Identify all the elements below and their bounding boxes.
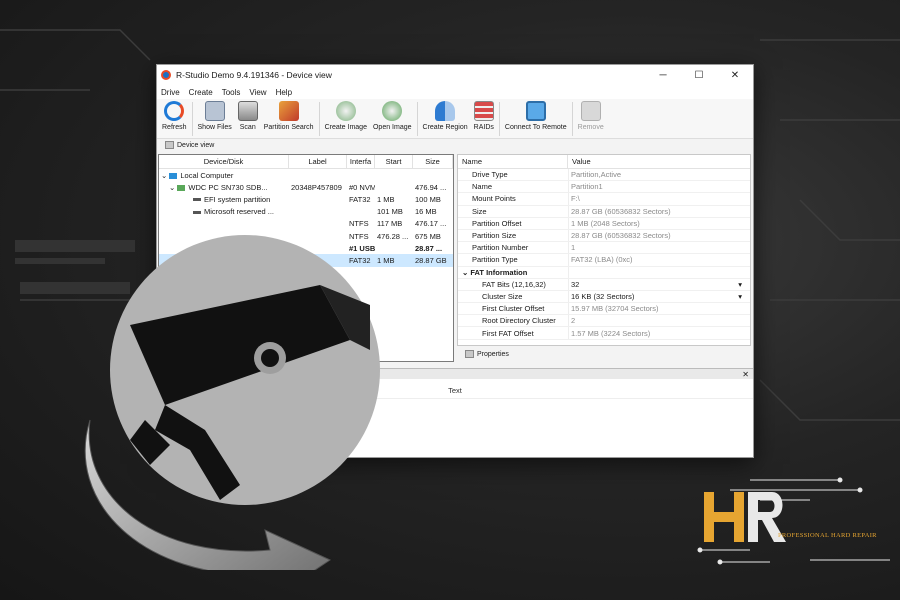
toolbar: Refresh Show Files Scan Partition Search…: [157, 99, 753, 139]
property-row[interactable]: Cluster Size 16 KB (32 Sectors) ▾: [458, 290, 750, 304]
device-table-header: Device/Disk Label Interfa Start Size: [159, 155, 453, 169]
create-image-button[interactable]: Create Image: [322, 101, 370, 131]
menu-help[interactable]: Help: [276, 88, 292, 97]
dropdown-arrow-icon[interactable]: ▾: [738, 280, 742, 289]
device-view-icon: [165, 141, 174, 149]
minimize-button[interactable]: ─: [645, 65, 681, 85]
col-interface[interactable]: Interfa: [347, 155, 375, 168]
title-bar: R-Studio Demo 9.4.191346 - Device view ─…: [157, 65, 753, 85]
toolbar-separator: [416, 102, 418, 136]
property-row[interactable]: Root Directory Cluster 2: [458, 315, 750, 328]
table-row[interactable]: Microsoft reserved ... 101 MB 16 MB: [159, 206, 453, 218]
partition-search-icon: [278, 101, 299, 121]
property-row[interactable]: Drive Type Partition,Active: [458, 169, 750, 182]
property-row[interactable]: FAT Bits (12,16,32) 32 ▾: [458, 278, 750, 291]
menu-create[interactable]: Create: [189, 88, 213, 97]
refresh-button[interactable]: Refresh: [159, 101, 190, 131]
connect-remote-icon: [525, 101, 546, 121]
col-name[interactable]: Name: [458, 155, 568, 168]
col-size[interactable]: Size: [413, 155, 453, 168]
property-row[interactable]: Mount Points F:\: [458, 193, 750, 206]
property-row[interactable]: Partition Number 1: [458, 242, 750, 255]
raids-button[interactable]: RAIDs: [471, 101, 497, 131]
partition-icon: [193, 198, 201, 202]
property-group-fat-information[interactable]: ⌄ FAT Information: [458, 266, 750, 279]
collapse-icon[interactable]: ⌄: [161, 171, 167, 180]
remove-icon: [580, 101, 601, 121]
window-title: R-Studio Demo 9.4.191346 - Device view: [176, 70, 332, 80]
logo-tagline: PROFESSIONAL HARD REPAIR: [778, 532, 877, 539]
properties-icon: [465, 350, 474, 358]
table-row[interactable]: ⌄ Local Computer: [159, 169, 453, 181]
create-region-icon: [435, 101, 456, 121]
show-files-icon: [204, 101, 225, 121]
table-row[interactable]: EFI system partition FAT32 1 MB 100 MB: [159, 193, 453, 205]
partition-search-button[interactable]: Partition Search: [261, 101, 317, 131]
toolbar-separator: [191, 102, 193, 136]
hr-logo: [697, 477, 890, 565]
create-image-icon: [335, 101, 356, 121]
close-button[interactable]: ✕: [717, 65, 753, 85]
log-close-icon[interactable]: ✕: [742, 370, 749, 379]
hr-logo-mark: [704, 492, 786, 542]
menu-tools[interactable]: Tools: [222, 88, 241, 97]
disk-icon: [177, 184, 186, 191]
table-row[interactable]: ⌄ WDC PC SN730 SDB... 20348P457809 #0 NV…: [159, 181, 453, 193]
properties-pane: Name Value Drive Type Partition,Active Na…: [457, 154, 751, 346]
menu-drive[interactable]: Drive: [161, 88, 180, 97]
toolbar-separator: [318, 102, 320, 136]
property-row[interactable]: First FAT Offset 1.57 MB (3224 Sectors): [458, 327, 750, 340]
scan-button[interactable]: Scan: [235, 101, 261, 131]
raids-icon: [473, 101, 494, 121]
property-row[interactable]: Size 28.87 GB (60536832 Sectors): [458, 205, 750, 218]
tab-device-view[interactable]: Device view: [165, 141, 214, 149]
show-files-button[interactable]: Show Files: [195, 101, 235, 131]
property-row[interactable]: Partition Offset 1 MB (2048 Sectors): [458, 217, 750, 230]
tab-properties[interactable]: Properties: [465, 350, 509, 358]
collapse-icon[interactable]: ⌄: [462, 268, 468, 277]
col-start[interactable]: Start: [375, 155, 413, 168]
property-row[interactable]: First Cluster Offset 15.97 MB (32704 Sect…: [458, 303, 750, 316]
cctv-camera-graphic: [84, 235, 380, 570]
open-image-button[interactable]: Open Image: [370, 101, 415, 131]
create-region-button[interactable]: Create Region: [420, 101, 471, 131]
col-value[interactable]: Value: [568, 155, 750, 168]
toolbar-separator: [498, 102, 500, 136]
open-image-icon: [382, 101, 403, 121]
remove-button[interactable]: Remove: [575, 101, 607, 131]
col-label[interactable]: Label: [289, 155, 347, 168]
property-row[interactable]: Name Partition1: [458, 181, 750, 194]
dropdown-arrow-icon[interactable]: ▾: [738, 292, 742, 301]
property-row[interactable]: Partition Size 28.87 GB (60536832 Sectors…: [458, 229, 750, 243]
connect-to-remote-button[interactable]: Connect To Remote: [502, 101, 570, 131]
table-row[interactable]: NTFS 117 MB 476.17 ...: [159, 218, 453, 230]
properties-header: Name Value: [458, 155, 750, 169]
menu-view[interactable]: View: [249, 88, 266, 97]
partition-icon: [193, 210, 201, 214]
view-tab-bar: Device view: [157, 139, 753, 151]
app-icon: [161, 70, 171, 80]
property-row[interactable]: Partition Type FAT32 (LBA) (0xc): [458, 254, 750, 267]
menu-bar: Drive Create Tools View Help: [157, 85, 753, 99]
toolbar-separator: [571, 102, 573, 136]
collapse-icon[interactable]: ⌄: [169, 183, 175, 192]
computer-icon: [169, 172, 178, 179]
scan-icon: [237, 101, 258, 121]
maximize-button[interactable]: ☐: [681, 65, 717, 85]
col-device-disk[interactable]: Device/Disk: [159, 155, 289, 168]
refresh-icon: [164, 101, 185, 121]
